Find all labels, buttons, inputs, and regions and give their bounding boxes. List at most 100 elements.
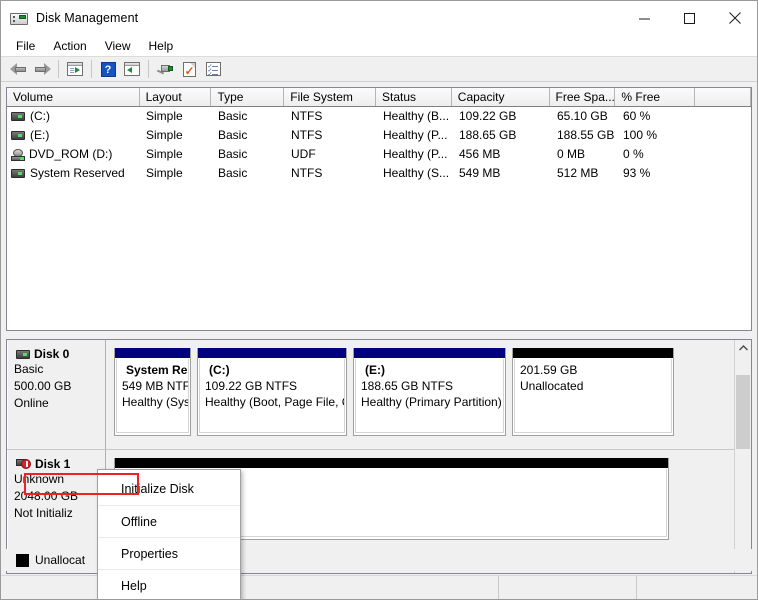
volume-status-cell: Healthy (P... [383, 147, 448, 161]
volume-layout-cell: Simple [146, 147, 183, 161]
help-icon-label: ? [100, 61, 116, 77]
menu-bar: File Action View Help [1, 35, 757, 57]
scroll-up-icon[interactable] [735, 340, 751, 357]
volume-column-header[interactable]: File System [284, 88, 376, 106]
volume-column-header[interactable]: Layout [139, 88, 212, 106]
table-row[interactable]: System Reserved Simple Basic NTFS Healthy (S… [7, 164, 751, 183]
volume-capacity-cell: 549 MB [459, 166, 501, 180]
table-row[interactable]: (E:) Simple Basic NTFS Healthy (P... 188.65 G… [7, 126, 751, 145]
disk-size: 500.00 GB [14, 379, 72, 393]
menu-file[interactable]: File [7, 36, 44, 56]
toolbar-separator [91, 60, 92, 78]
volume-column-header[interactable]: Status [376, 88, 452, 106]
table-row[interactable]: (C:) Simple Basic NTFS Healthy (B... 109.22 G… [7, 107, 751, 126]
partition-block[interactable]: (E:) 188.65 GB NTFS Healthy (Primary Parti… [353, 348, 506, 436]
volume-column-header[interactable]: Free Spa... [549, 88, 616, 106]
partition-name: (C:) [209, 363, 230, 377]
volume-capacity-cell: 109.22 GB [459, 109, 517, 123]
disk-title: Disk 0 [8, 347, 105, 361]
table-row[interactable]: DVD_ROM (D:) Simple Basic UDF Healthy (P... 4… [7, 145, 751, 164]
volume-percent-free-cell: 0 % [623, 147, 644, 161]
back-icon[interactable] [6, 58, 30, 80]
title-bar: Disk Management [1, 1, 757, 35]
volume-file-system-cell: NTFS [291, 109, 323, 123]
disk-management-icon [10, 10, 28, 26]
partition-block[interactable]: (C:) 109.22 GB NTFS Healthy (Boot, Page Fi… [197, 348, 347, 436]
context-menu-item-properties[interactable]: Properties [98, 537, 240, 569]
volume-type-cell: Basic [218, 147, 248, 161]
volume-capacity-cell: 456 MB [459, 147, 501, 161]
volume-column-header[interactable]: Volume [7, 88, 140, 106]
rescan-disks-icon[interactable] [153, 58, 177, 80]
volume-column-header[interactable] [695, 88, 751, 106]
partition-capacity-bar [115, 458, 668, 468]
partition-strip: System Rese 549 MB NTFS Healthy (Syst (C:) 1… [106, 340, 734, 449]
scrollbar-track[interactable] [735, 357, 751, 556]
disk-type: Unknown [14, 472, 65, 486]
disk-row[interactable]: Disk 0Basic 500.00 GB Online System Rese 549… [7, 340, 734, 450]
volume-type-cell: Basic [218, 128, 248, 142]
partition-name: System Rese [126, 363, 188, 377]
volume-percent-free-cell: 93 % [623, 166, 651, 180]
menu-action[interactable]: Action [44, 36, 95, 56]
volume-capacity-cell: 188.65 GB [459, 128, 517, 142]
disk-context-menu: Initialize Disk Offline Properties Help [97, 469, 241, 599]
partition-size: 188.65 GB NTFS [361, 379, 454, 393]
volume-column-header[interactable]: Capacity [451, 88, 550, 106]
disk-management-window: Disk Management File Action View Help ? … [0, 0, 758, 600]
volume-list-header: Volume Layout Type File System Status Capacit… [7, 88, 751, 107]
partition-status: Unallocated [520, 379, 584, 393]
disk-size: 2048.00 GB [14, 489, 79, 503]
context-menu-item-help[interactable]: Help [98, 569, 240, 599]
volume-type-cell: Basic [218, 109, 248, 123]
list-view-icon[interactable]: ✓ ✓ ✓ [201, 58, 225, 80]
volume-name-cell: (E:) [7, 126, 140, 145]
disk-error-icon [16, 458, 31, 470]
menu-view[interactable]: View [96, 36, 140, 56]
volume-percent-free-cell: 60 % [623, 109, 651, 123]
volume-free-space-cell: 65.10 GB [557, 109, 608, 123]
partition-size: 109.22 GB NTFS [205, 379, 298, 393]
toolbar-separator [58, 60, 59, 78]
volume-free-space-cell: 0 MB [557, 147, 586, 161]
toolbar-separator [148, 60, 149, 78]
volume-label: System Reserved [30, 166, 125, 180]
volume-column-header[interactable]: Type [211, 88, 285, 106]
partition-size: 201.59 GB [520, 363, 578, 377]
status-pane-3 [637, 576, 757, 599]
show-hide-console-tree-icon[interactable] [63, 58, 87, 80]
context-menu-item-initialize-disk[interactable]: Initialize Disk [98, 473, 240, 505]
scrollbar-thumb[interactable] [736, 375, 750, 449]
partition-block[interactable]: 201.59 GB Unallocated [512, 348, 674, 436]
maximize-button[interactable] [667, 1, 712, 35]
minimize-button[interactable] [622, 1, 667, 35]
menu-help[interactable]: Help [140, 36, 183, 56]
disk-info-panel[interactable]: Disk 1 Unknown 2048.00 GB Not Initializ [7, 450, 106, 554]
volume-free-space-cell: 512 MB [557, 166, 599, 180]
forward-icon[interactable] [30, 58, 54, 80]
volume-layout-cell: Simple [146, 109, 183, 123]
cd-rom-icon [11, 148, 25, 161]
partition-size: 549 MB NTFS [122, 379, 188, 393]
pane-splitter[interactable] [6, 332, 752, 339]
volume-label: DVD_ROM (D:) [29, 147, 113, 161]
help-icon[interactable]: ? [96, 58, 120, 80]
disk-info-panel[interactable]: Disk 0 Basic 500.00 GB Online [7, 340, 106, 449]
close-button[interactable] [712, 1, 757, 35]
show-hide-action-pane-icon[interactable] [120, 58, 144, 80]
partition-details: (C:) 109.22 GB NTFS Healthy (Boot, Page Fi… [199, 359, 345, 433]
volume-list-pane: Volume Layout Type File System Status Capacit… [6, 87, 752, 331]
disk-name: Disk 0 [34, 347, 70, 361]
volume-percent-free-cell: 100 % [623, 128, 658, 142]
window-title: Disk Management [36, 11, 139, 25]
properties-icon[interactable]: ✓ [177, 58, 201, 80]
partition-details: System Rese 549 MB NTFS Healthy (Syst [116, 359, 189, 433]
partition-status: Healthy (Syst [122, 395, 189, 409]
context-menu-item-offline[interactable]: Offline [98, 505, 240, 537]
graphical-view-scrollbar[interactable] [734, 340, 751, 573]
volume-type-cell: Basic [218, 166, 248, 180]
volume-name-cell: DVD_ROM (D:) [7, 145, 140, 164]
partition-block[interactable]: System Rese 549 MB NTFS Healthy (Syst [114, 348, 191, 436]
volume-column-header[interactable]: % Free [615, 88, 696, 106]
volume-file-system-cell: NTFS [291, 166, 323, 180]
